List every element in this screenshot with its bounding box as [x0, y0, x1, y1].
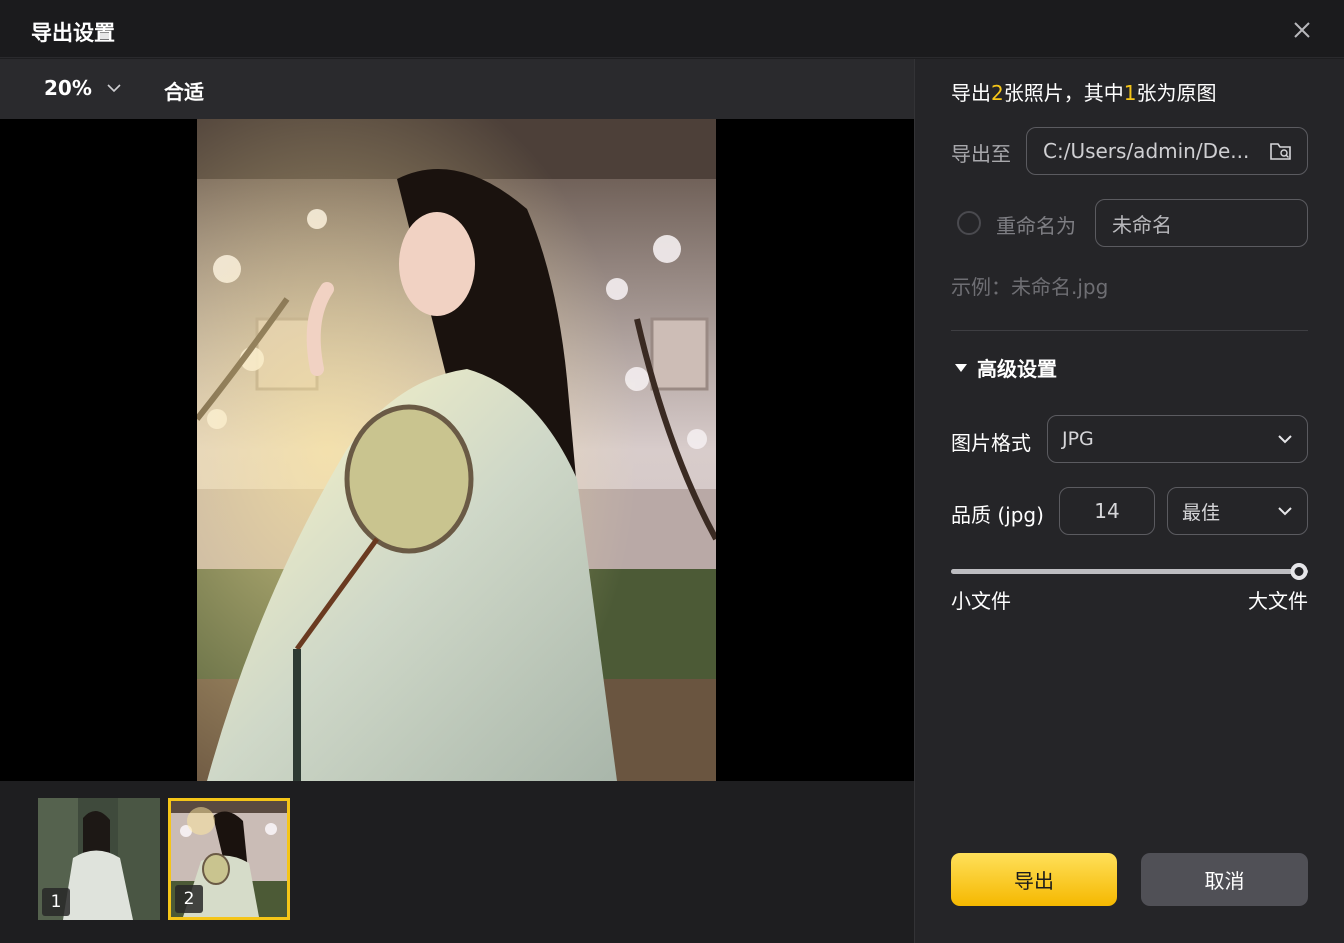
rename-input[interactable]: 未命名	[1095, 199, 1308, 247]
export-path-field[interactable]: C:/Users/admin/De...	[1026, 127, 1308, 175]
summary-original-count: 1	[1123, 81, 1137, 105]
chevron-down-icon	[1278, 435, 1292, 444]
export-path-value: C:/Users/admin/De...	[1043, 139, 1250, 163]
quality-level-select[interactable]: 最佳	[1167, 487, 1308, 535]
export-summary: 导出2张照片，其中1张为原图	[951, 77, 1216, 106]
thumbnail-1-number: 1	[42, 888, 70, 916]
section-divider	[951, 330, 1308, 331]
dialog-title: 导出设置	[31, 21, 115, 45]
advanced-settings-toggle[interactable]: 高级设置	[955, 353, 1057, 382]
thumbnail-strip: 1 2	[0, 781, 914, 943]
chevron-down-icon	[107, 84, 121, 93]
quality-input[interactable]: 14	[1059, 487, 1155, 535]
preview-canvas	[0, 119, 914, 781]
title-bar: 导出设置	[0, 0, 1344, 58]
slider-fill	[951, 569, 1308, 574]
thumbnail-2-number: 2	[175, 885, 203, 913]
thumbnail-2[interactable]: 2	[168, 798, 290, 920]
rename-radio[interactable]	[957, 211, 981, 235]
folder-search-icon[interactable]	[1269, 140, 1293, 162]
photo-illustration	[197, 119, 716, 781]
summary-suffix: 张为原图	[1136, 81, 1217, 105]
summary-prefix: 导出	[951, 81, 991, 105]
zoom-value: 20%	[44, 76, 92, 100]
preview-photo	[197, 119, 716, 781]
format-label: 图片格式	[951, 431, 1031, 455]
quality-value: 14	[1094, 499, 1120, 523]
slider-min-label: 小文件	[951, 589, 1011, 613]
format-value: JPG	[1062, 428, 1094, 450]
rename-label: 重命名为	[996, 214, 1076, 238]
filename-example: 示例：未命名.jpg	[951, 275, 1109, 299]
settings-pane: 导出2张照片，其中1张为原图 导出至 C:/Users/admin/De... …	[915, 59, 1344, 943]
quality-level-value: 最佳	[1182, 501, 1221, 524]
close-icon	[1294, 22, 1310, 38]
summary-total-count: 2	[991, 81, 1004, 105]
fit-button[interactable]: 合适	[164, 76, 204, 105]
cancel-button[interactable]: 取消	[1141, 853, 1308, 906]
preview-pane: 20% 合适 1 2	[0, 59, 914, 943]
close-button[interactable]	[1287, 15, 1317, 45]
quality-label: 品质 (jpg)	[951, 503, 1044, 527]
format-select[interactable]: JPG	[1047, 415, 1308, 463]
slider-knob[interactable]	[1290, 563, 1308, 580]
summary-middle: 张照片，其中	[1003, 81, 1124, 105]
caret-down-icon	[955, 363, 967, 372]
thumbnail-1[interactable]: 1	[38, 798, 160, 920]
advanced-settings-title: 高级设置	[977, 357, 1057, 381]
preview-toolbar: 20% 合适	[0, 59, 914, 119]
export-button[interactable]: 导出	[951, 853, 1117, 906]
rename-value: 未命名	[1112, 212, 1172, 237]
zoom-dropdown[interactable]: 20%	[44, 76, 122, 100]
slider-max-label: 大文件	[1248, 589, 1308, 613]
quality-slider[interactable]	[951, 562, 1308, 582]
chevron-down-icon	[1278, 507, 1292, 516]
export-to-label: 导出至	[951, 142, 1011, 166]
